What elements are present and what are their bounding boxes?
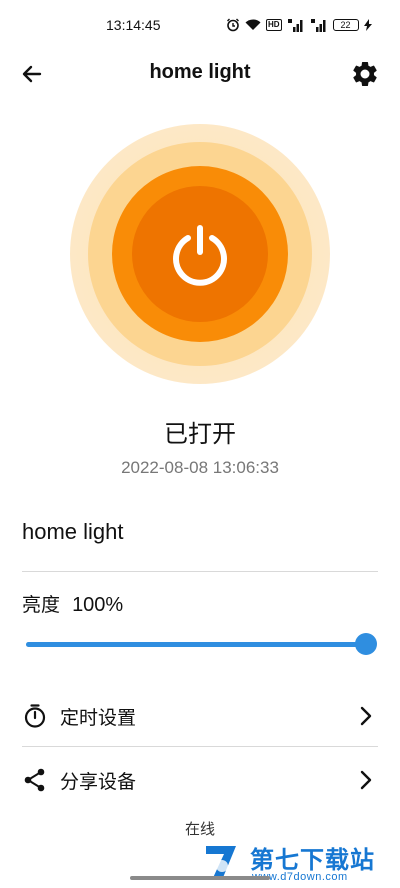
share-device-label: 分享设备 [60,771,137,793]
hd-icon: HD [266,19,282,31]
alarm-icon [226,18,240,32]
settings-button[interactable] [350,59,380,89]
status-icons: HD 22 [226,15,372,35]
brightness-title: 亮度 [22,594,61,616]
online-status: 在线 [184,820,215,838]
page-title: home light [149,61,251,83]
slider-thumb[interactable] [355,633,377,655]
chevron-right-icon [360,706,372,726]
share-icon [24,768,45,792]
status-bar: 13:14:45 HD 22 [0,0,400,50]
charging-icon [363,19,372,31]
brightness-value: 100% [72,594,124,616]
home-indicator[interactable] [130,876,270,880]
power-toggle-button[interactable] [70,124,330,384]
power-state-timestamp: 2022-08-08 13:06:33 [121,458,279,477]
timer-icon [24,704,46,728]
share-device-row[interactable]: 分享设备 [0,749,400,809]
battery-icon: 22 [332,19,359,31]
slider-fill [26,642,366,647]
wifi-icon [245,19,261,31]
watermark: 第七下载站 www.d7down.com [200,838,400,888]
divider [22,571,378,572]
chevron-right-icon [360,770,372,790]
signal-4g-icon [310,18,328,32]
power-state-text: 已打开 [164,420,236,448]
gear-icon [353,61,377,86]
brightness-label: 亮度 100% [22,590,123,617]
brightness-slider[interactable] [26,632,377,656]
status-time: 13:14:45 [106,17,161,33]
device-name: home light [22,519,124,544]
divider [22,746,378,747]
signal-5g-icon [287,18,305,32]
timer-settings-label: 定时设置 [60,707,137,729]
timer-settings-row[interactable]: 定时设置 [0,685,400,745]
power-icon [173,225,227,286]
watermark-title: 第七下载站 [250,846,375,874]
toolbar: home light [0,50,400,98]
